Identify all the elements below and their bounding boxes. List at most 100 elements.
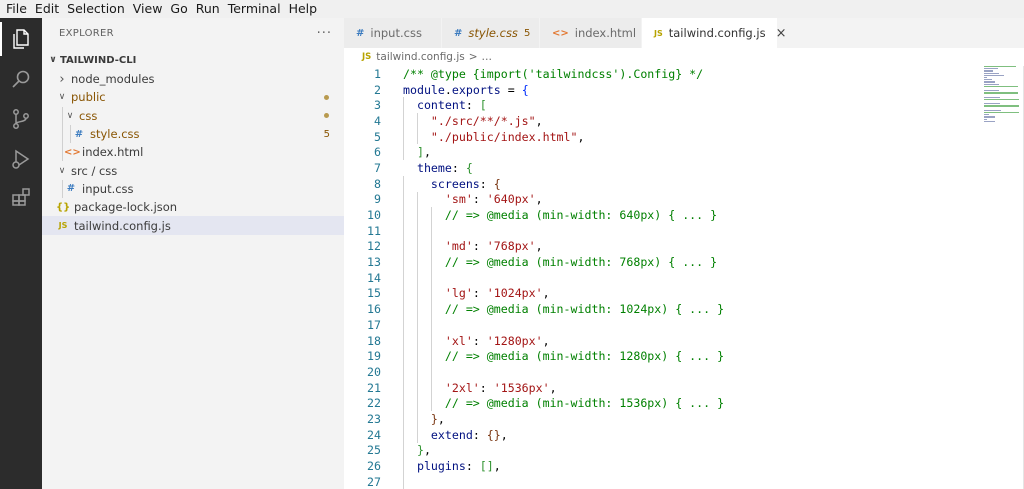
code-text: screens: { (403, 177, 501, 191)
indent-guide (403, 222, 404, 239)
code-token: // => @media (min-width: 1024px) { ... } (403, 302, 725, 317)
indent-guide (417, 317, 418, 333)
code-line: 18 'xl': '1280px', (344, 332, 984, 349)
line-number: 2 (374, 82, 381, 97)
indent-guide (403, 269, 404, 286)
line-number: 7 (374, 160, 381, 175)
minimap-line (984, 85, 1018, 87)
code-token: , (542, 333, 550, 348)
breadcrumb-file[interactable]: tailwind.config.js (376, 51, 464, 63)
tree-item-input-css[interactable]: # input.css (42, 179, 344, 199)
html-file-icon: <> (64, 146, 81, 158)
line-number: 9 (374, 192, 381, 207)
code-line: 24 extend: {}, (344, 426, 984, 443)
line-number: 21 (367, 380, 381, 395)
tree-item-style-css[interactable]: # style.css 5 (42, 124, 344, 144)
modified-dot-icon (324, 113, 329, 119)
indent-guide (403, 191, 404, 208)
code-line: 10 // => @media (min-width: 640px) { ...… (344, 207, 984, 223)
tab-label: index.html (574, 26, 637, 40)
tree-item-src-css[interactable]: ∨ src / css (42, 161, 344, 179)
code-token: '2xl' (403, 380, 480, 395)
minimap[interactable] (984, 66, 1024, 126)
minimap-line (984, 79, 992, 81)
tab-tailwind-config-js[interactable]: JS tailwind.config.js × (642, 18, 786, 48)
tab-style-css[interactable]: # style.css 5 (442, 18, 540, 48)
indent-guide (403, 301, 404, 317)
code-line: 5 "./public/index.html", (344, 128, 984, 145)
code-token: } (416, 443, 424, 458)
code-token: {} (486, 427, 501, 442)
indent-guide (417, 191, 418, 208)
code-token: '768px' (486, 239, 536, 254)
indent-guide (403, 144, 404, 161)
code-token: : (479, 176, 494, 191)
line-number: 4 (374, 113, 381, 128)
workspace-section-header[interactable]: ∨ TAILWIND-CLI (42, 50, 344, 70)
tree-item-node-modules[interactable]: › node_modules (42, 70, 344, 88)
tree-item-css[interactable]: ∨ css (42, 106, 344, 125)
menu-edit[interactable]: Edit (31, 0, 63, 18)
indent-guide (417, 364, 418, 380)
code-line: 2 module.exports = { (344, 82, 984, 98)
line-number: 8 (374, 176, 381, 191)
tree-item-public[interactable]: ∨ public (42, 88, 344, 106)
line-number: 16 (367, 302, 381, 317)
minimap-line (984, 103, 1000, 105)
tree-item-label: package-lock.json (74, 200, 178, 215)
close-icon[interactable]: × (776, 26, 787, 41)
indent-guide (431, 348, 432, 365)
explorer-icon[interactable] (8, 26, 34, 52)
tree-item-package-lock-json[interactable]: {} package-lock.json (42, 198, 344, 216)
extensions-icon[interactable] (8, 184, 34, 210)
indent-guide (431, 222, 432, 239)
indent-guide (431, 254, 432, 270)
indent-guide (403, 458, 404, 474)
line-number: 5 (374, 129, 381, 144)
code-token: , (423, 443, 431, 458)
indent-guide (431, 332, 432, 349)
indent-guide (417, 395, 418, 412)
code-token: . (444, 82, 452, 97)
code-line: 11 (344, 222, 984, 239)
indent-guide (403, 332, 404, 349)
more-actions-icon[interactable]: ··· (317, 26, 332, 41)
code-text: plugins: [], (403, 459, 501, 473)
menu-go[interactable]: Go (166, 0, 191, 18)
modified-dot-icon (324, 94, 329, 100)
code-text: 'lg': '1024px', (403, 286, 550, 300)
indent-guide (403, 128, 404, 145)
tree-item-tailwind-config-js[interactable]: JS tailwind.config.js (42, 216, 344, 235)
breadcrumb-symbol[interactable]: … (482, 51, 493, 63)
indent-guide (417, 285, 418, 302)
code-text: "./public/index.html", (403, 130, 585, 144)
minimap-line (984, 92, 1018, 94)
tab-index-html[interactable]: <> index.html (540, 18, 642, 48)
menu-run[interactable]: Run (192, 0, 224, 18)
line-number: 27 (367, 474, 381, 489)
menu-help[interactable]: Help (285, 0, 322, 18)
tab-label: input.css (370, 26, 422, 40)
code-token: screens (403, 176, 480, 191)
code-token: theme (403, 160, 452, 175)
editor-area: # input.css # style.css 5 <> index.html JS tailw… (344, 18, 1024, 489)
source-control-icon[interactable] (8, 106, 34, 132)
minimap-line (984, 109, 1001, 112)
indent-guide (62, 106, 63, 125)
run-debug-icon[interactable] (8, 146, 34, 172)
menu-terminal[interactable]: Terminal (224, 0, 285, 18)
menu-selection[interactable]: Selection (63, 0, 129, 18)
workspace-name: TAILWIND-CLI (60, 54, 137, 66)
menu-view[interactable]: View (129, 0, 167, 18)
code-token: , (493, 459, 501, 474)
search-icon[interactable] (8, 66, 34, 92)
tree-item-label: tailwind.config.js (74, 218, 171, 233)
tree-item-index-html[interactable]: <> index.html (42, 143, 344, 162)
menu-file[interactable]: File (0, 0, 31, 18)
tab-input-css[interactable]: # input.css (344, 18, 442, 48)
code-editor[interactable]: 1 /** @type {import('tailwindcss').Config… (344, 66, 984, 489)
code-token: // => @media (min-width: 1536px) { ... } (403, 396, 725, 411)
minimap-line (984, 114, 989, 116)
code-token: : (465, 459, 480, 474)
